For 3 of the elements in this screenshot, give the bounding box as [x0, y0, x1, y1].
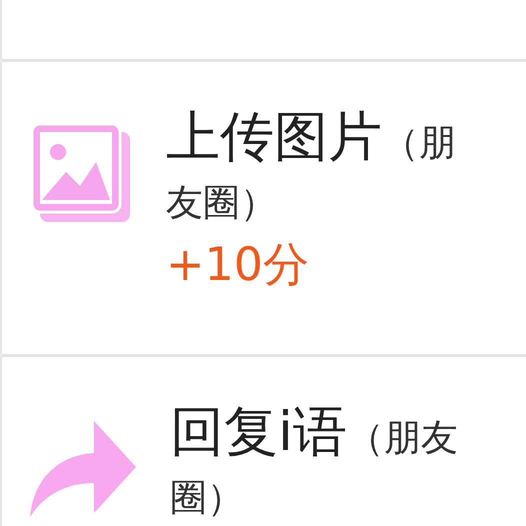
points-reward: +10分 [166, 236, 310, 292]
task-title: 上传图片（朋友圈） [166, 110, 457, 226]
task-title: 回复i语（朋友圈） [170, 405, 460, 521]
